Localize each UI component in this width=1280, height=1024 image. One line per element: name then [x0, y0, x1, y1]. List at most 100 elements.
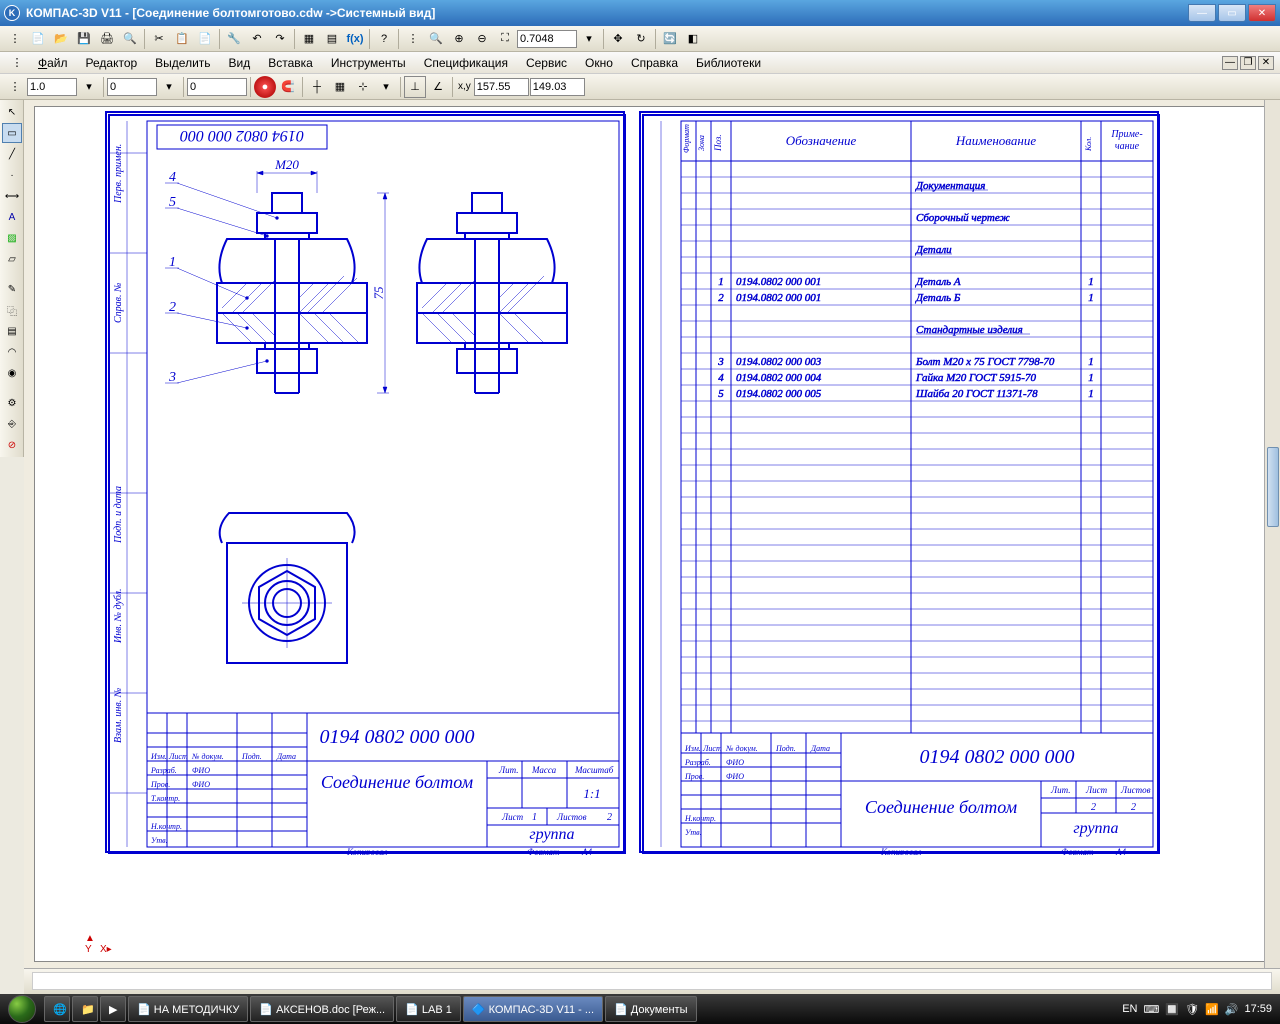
tray-network-icon[interactable]: 📶	[1205, 1003, 1219, 1016]
point-tool[interactable]: ·	[2, 165, 22, 185]
select-tool[interactable]: ▭	[2, 123, 22, 143]
tray-volume-icon[interactable]: 🔊	[1225, 1003, 1239, 1016]
drawing-canvas[interactable]: Перв. примен. Справ. № Подп. и дата Инв.…	[34, 106, 1270, 962]
quicklaunch-explorer[interactable]: 📁	[72, 996, 98, 1022]
refresh-button[interactable]: 🔄	[659, 28, 681, 50]
start-button[interactable]	[2, 995, 42, 1023]
svg-text:Соединение болтом: Соединение болтом	[865, 797, 1018, 817]
preview-button[interactable]: 🔍	[119, 28, 141, 50]
magnet-button[interactable]: 🧲	[277, 76, 299, 98]
taskbar-item[interactable]: 📄 Документы	[605, 996, 696, 1022]
grid-button[interactable]: ▦	[329, 76, 351, 98]
zoom-window-button[interactable]: 🔍	[425, 28, 447, 50]
spec-tool[interactable]: ▤	[2, 321, 22, 341]
pointer-tool[interactable]: ↖	[2, 102, 22, 122]
tray-keyboard-icon[interactable]: ⌨	[1144, 1003, 1160, 1016]
render-button[interactable]: ◧	[682, 28, 704, 50]
color-select[interactable]	[187, 78, 247, 96]
svg-text:2: 2	[1091, 802, 1096, 813]
menu-window[interactable]: Окно	[577, 54, 621, 72]
language-indicator[interactable]: EN	[1122, 1003, 1137, 1015]
line-tool[interactable]: ╱	[2, 144, 22, 164]
menu-view[interactable]: Вид	[221, 54, 259, 72]
edit-tool[interactable]: ✎	[2, 279, 22, 299]
svg-text:Формат: Формат	[682, 124, 691, 153]
props-button[interactable]: 🔧	[223, 28, 245, 50]
vertical-scrollbar[interactable]	[1264, 100, 1280, 968]
menu-tools[interactable]: Инструменты	[323, 54, 414, 72]
menu-spec[interactable]: Спецификация	[416, 54, 516, 72]
dim-tool[interactable]: ⟷	[2, 186, 22, 206]
paste-button[interactable]: 📄	[194, 28, 216, 50]
cut-button[interactable]: ✂	[148, 28, 170, 50]
quicklaunch-ie[interactable]: 🌐	[44, 996, 70, 1022]
y-input[interactable]	[530, 78, 585, 96]
layer-input[interactable]	[107, 78, 157, 96]
menu-file[interactable]: Файл	[30, 54, 76, 72]
layer-dropdown-icon[interactable]: ▾	[158, 76, 180, 98]
taskbar-item[interactable]: 📄 НА МЕТОДИЧКУ	[128, 996, 248, 1022]
mdi-close-button[interactable]: ✕	[1258, 56, 1274, 70]
text-tool[interactable]: A	[2, 207, 22, 227]
help-button[interactable]: ?	[373, 28, 395, 50]
handle3-icon[interactable]: ⋮	[4, 76, 26, 98]
extra-button[interactable]: ▾	[375, 76, 397, 98]
rotate-button[interactable]: ↻	[630, 28, 652, 50]
menu-handle-icon[interactable]: ⋮	[6, 52, 28, 74]
copy-tool[interactable]: ⿻	[2, 300, 22, 320]
sheet-button[interactable]: ▦	[298, 28, 320, 50]
poly-tool[interactable]: ▱	[2, 249, 22, 269]
vars-button[interactable]: f(x)	[344, 28, 366, 50]
tray-update-icon[interactable]: 🛡	[1185, 1003, 1199, 1016]
menu-editor[interactable]: Редактор	[78, 54, 146, 72]
property-field[interactable]	[32, 972, 1272, 990]
snap-button[interactable]: ●	[254, 76, 276, 98]
taskbar-item[interactable]: 📄 АКСЕНОВ.doc [Реж...	[250, 996, 394, 1022]
close-button[interactable]: ✕	[1248, 4, 1276, 22]
ortho-toggle[interactable]: ⊥	[404, 76, 426, 98]
linewidth-input[interactable]	[27, 78, 77, 96]
taskbar-item[interactable]: 🔷 КОМПАС-3D V11 - ...	[463, 996, 603, 1022]
angle-button[interactable]: ∠	[427, 76, 449, 98]
linewidth-dropdown-icon[interactable]: ▾	[78, 76, 100, 98]
menu-insert[interactable]: Вставка	[260, 54, 321, 72]
undo-button[interactable]: ↶	[246, 28, 268, 50]
hatch-tool[interactable]: ▨	[2, 228, 22, 248]
menu-help[interactable]: Справка	[623, 54, 686, 72]
toolbar-tools: ↖ ▭ ╱ · ⟷ A ▨ ▱ ✎ ⿻ ▤ ◠ ◉ ⚙ ⎆ ⊘	[0, 100, 24, 457]
zoom-in-button[interactable]: ⊕	[448, 28, 470, 50]
zoom-input[interactable]	[517, 30, 577, 48]
clock[interactable]: 17:59	[1244, 1003, 1272, 1015]
mdi-restore-button[interactable]: ❐	[1240, 56, 1256, 70]
layers-button[interactable]: ▤	[321, 28, 343, 50]
new-button[interactable]: 📄	[27, 28, 49, 50]
redo-button[interactable]: ↷	[269, 28, 291, 50]
handle2-icon[interactable]: ⋮	[402, 28, 424, 50]
mdi-minimize-button[interactable]: —	[1222, 56, 1238, 70]
ortho-button[interactable]: ┼	[306, 76, 328, 98]
taskbar-item[interactable]: 📄 LAB 1	[396, 996, 461, 1022]
open-button[interactable]: 📂	[50, 28, 72, 50]
link-tool[interactable]: ⎆	[2, 414, 22, 434]
stop-tool[interactable]: ⊘	[2, 435, 22, 455]
zoom-out-button[interactable]: ⊖	[471, 28, 493, 50]
param-tool[interactable]: ⚙	[2, 393, 22, 413]
menu-select[interactable]: Выделить	[147, 54, 218, 72]
menu-libs[interactable]: Библиотеки	[688, 54, 769, 72]
coord-button[interactable]: ⊹	[352, 76, 374, 98]
minimize-button[interactable]: —	[1188, 4, 1216, 22]
menu-service[interactable]: Сервис	[518, 54, 575, 72]
zoom-fit-button[interactable]: ⛶	[494, 28, 516, 50]
handle-icon[interactable]: ⋮	[4, 28, 26, 50]
copy-button[interactable]: 📋	[171, 28, 193, 50]
zoom-dropdown-icon[interactable]: ▾	[578, 28, 600, 50]
tray-flag-icon[interactable]: 🔲	[1165, 1003, 1179, 1016]
quicklaunch-media[interactable]: ▶	[100, 996, 126, 1022]
arc-tool[interactable]: ◠	[2, 342, 22, 362]
maximize-button[interactable]: ▭	[1218, 4, 1246, 22]
pan-button[interactable]: ✥	[607, 28, 629, 50]
x-input[interactable]	[474, 78, 529, 96]
print-button[interactable]: 🖨	[96, 28, 118, 50]
save-button[interactable]: 💾	[73, 28, 95, 50]
measure-tool[interactable]: ◉	[2, 363, 22, 383]
